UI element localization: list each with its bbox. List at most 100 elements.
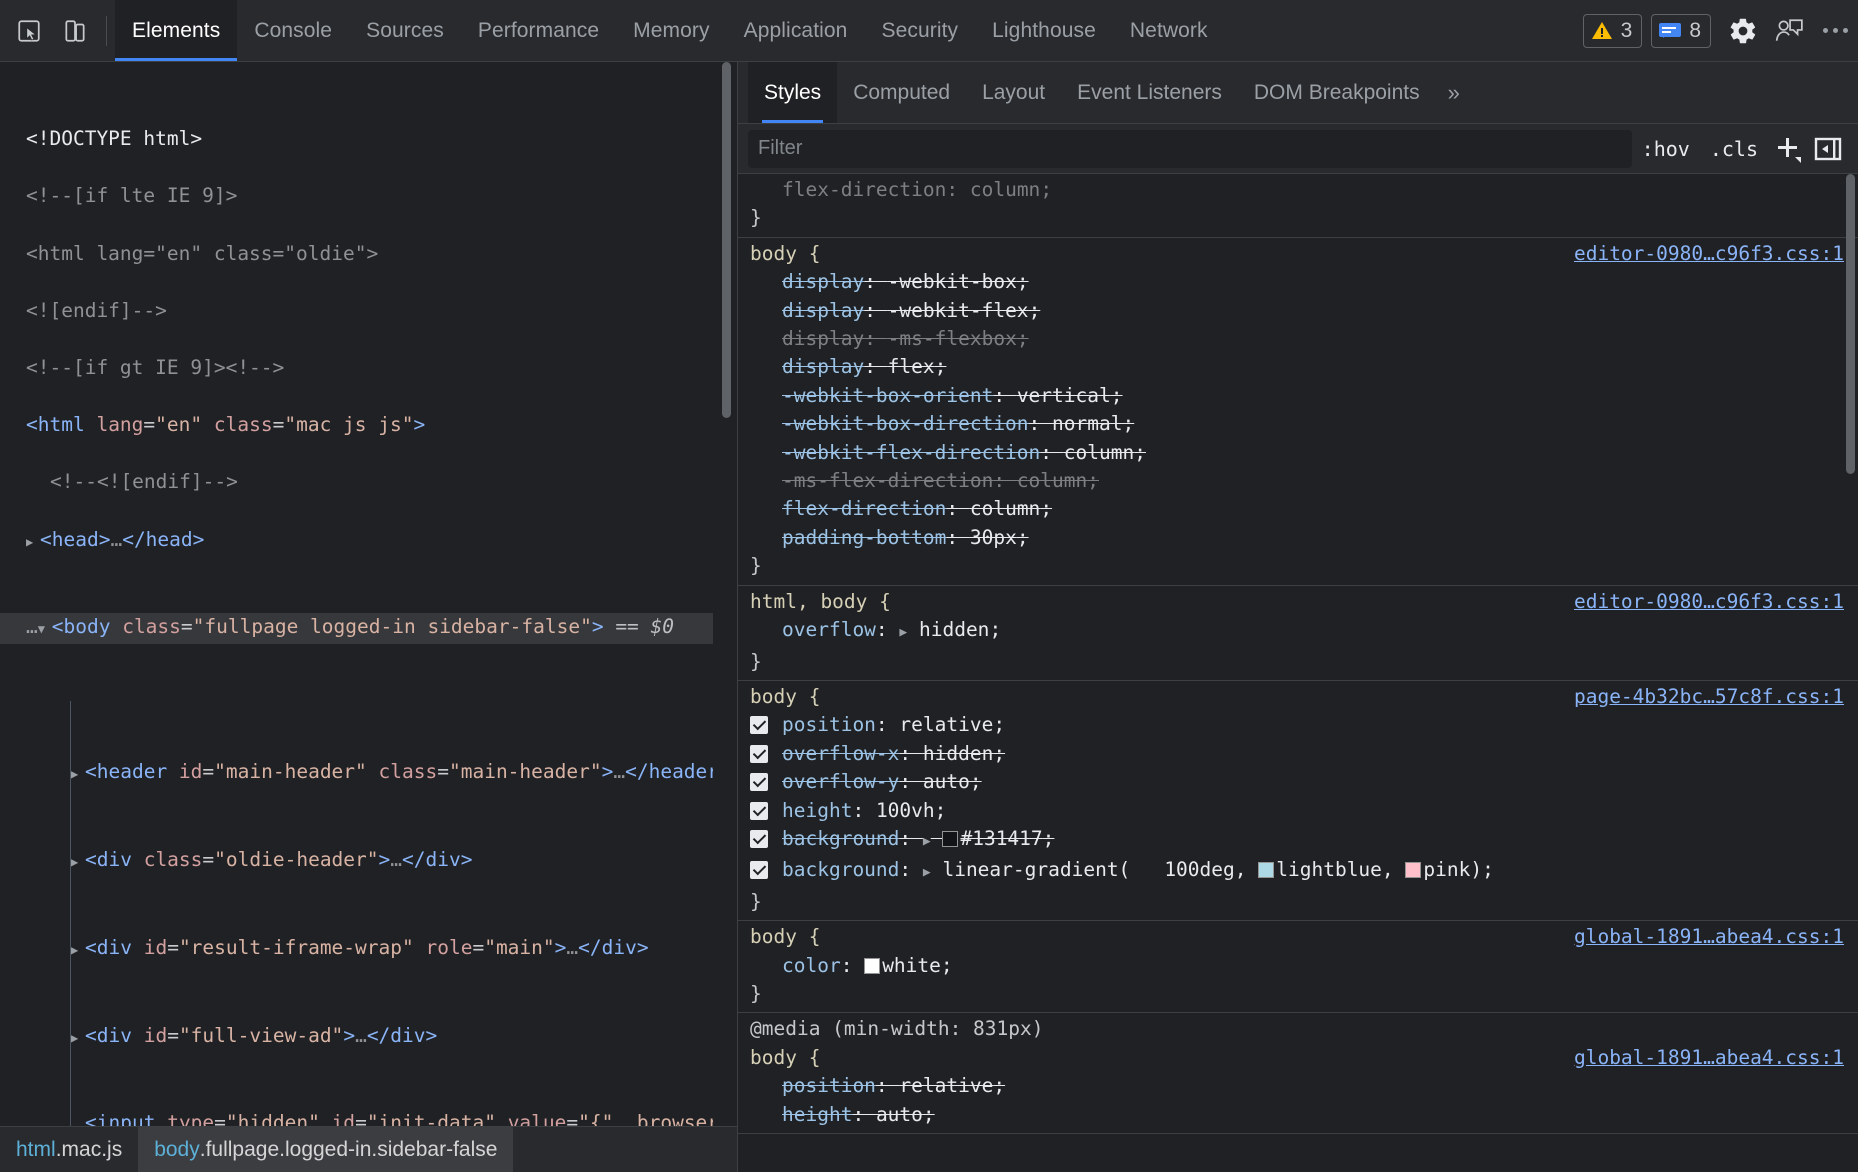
css-declaration[interactable]: overflow-x: hidden; bbox=[738, 740, 1858, 768]
device-toolbar-icon[interactable] bbox=[52, 8, 98, 54]
more-options-icon[interactable] bbox=[1812, 8, 1858, 54]
expand-value-arrow-icon[interactable]: ▶ bbox=[923, 834, 931, 849]
css-declaration[interactable]: -webkit-box-direction: normal; bbox=[738, 410, 1858, 438]
css-declaration[interactable]: position: relative; bbox=[738, 1072, 1858, 1100]
tab-application[interactable]: Application bbox=[727, 0, 865, 61]
declaration-checkbox[interactable] bbox=[750, 802, 768, 820]
stylesheet-origin-link[interactable]: editor-0980…c96f3.css:1 bbox=[1574, 588, 1844, 616]
plus-icon[interactable] bbox=[1768, 131, 1808, 167]
css-rules-list[interactable]: flex-direction: column; } body { editor-… bbox=[738, 174, 1858, 1172]
expand-arrow-icon[interactable] bbox=[71, 1022, 85, 1053]
css-declaration[interactable]: overflow-y: auto; bbox=[738, 768, 1858, 796]
breadcrumb-item-html[interactable]: html.mac.js bbox=[0, 1127, 138, 1172]
tab-network[interactable]: Network bbox=[1113, 0, 1225, 61]
tab-dom-breakpoints[interactable]: DOM Breakpoints bbox=[1238, 62, 1436, 123]
css-rule-partial[interactable]: flex-direction: column; } bbox=[738, 174, 1858, 238]
tab-security[interactable]: Security bbox=[864, 0, 975, 61]
css-declaration[interactable]: display: -ms-flexbox; bbox=[738, 325, 1858, 353]
tab-elements[interactable]: Elements bbox=[115, 0, 237, 61]
css-rule-body-global[interactable]: body { global-1891…abea4.css:1 color: wh… bbox=[738, 921, 1858, 1013]
collapse-arrow-icon[interactable] bbox=[38, 613, 52, 644]
css-declaration[interactable]: height: 100vh; bbox=[738, 797, 1858, 825]
dom-line-header[interactable]: <header id="main-header" class="main-hea… bbox=[71, 758, 713, 789]
css-declaration[interactable]: display: flex; bbox=[738, 353, 1858, 381]
tab-layout[interactable]: Layout bbox=[966, 62, 1061, 123]
color-swatch-white[interactable] bbox=[864, 958, 880, 974]
expand-arrow-icon[interactable] bbox=[71, 934, 85, 965]
tab-memory[interactable]: Memory bbox=[616, 0, 726, 61]
styles-scrollbar[interactable] bbox=[1846, 174, 1855, 474]
search-input[interactable] bbox=[748, 130, 1632, 168]
css-declaration[interactable]: flex-direction: column; bbox=[738, 176, 1858, 204]
css-declaration[interactable]: display: -webkit-flex; bbox=[738, 297, 1858, 325]
dom-line-doctype[interactable]: <!DOCTYPE html> bbox=[26, 125, 713, 154]
dom-tree-scroll-area[interactable]: <!DOCTYPE html> <!--[if lte IE 9]> <html… bbox=[0, 62, 713, 1126]
color-swatch-lightblue[interactable] bbox=[1258, 862, 1274, 878]
css-rule-html-body[interactable]: html, body { editor-0980…c96f3.css:1 ove… bbox=[738, 586, 1858, 681]
warning-counter[interactable]: 3 bbox=[1583, 14, 1643, 48]
css-selector[interactable]: body { bbox=[750, 923, 820, 951]
dom-line-body-selected[interactable]: …<body class="fullpage logged-in sidebar… bbox=[0, 613, 713, 644]
tab-sources[interactable]: Sources bbox=[349, 0, 461, 61]
tab-styles[interactable]: Styles bbox=[748, 62, 837, 123]
gradient-angle-value[interactable]: 100deg bbox=[1130, 858, 1234, 881]
declaration-checkbox[interactable] bbox=[750, 773, 768, 791]
css-declaration[interactable]: padding-bottom: 30px; bbox=[738, 524, 1858, 552]
stylesheet-origin-link[interactable]: global-1891…abea4.css:1 bbox=[1574, 1044, 1844, 1072]
css-declaration[interactable]: display: -webkit-box; bbox=[738, 268, 1858, 296]
tab-event-listeners[interactable]: Event Listeners bbox=[1061, 62, 1238, 123]
message-counter[interactable]: 8 bbox=[1651, 14, 1711, 48]
tab-computed[interactable]: Computed bbox=[837, 62, 966, 123]
dom-line-comment-ie-gt[interactable]: <!--[if gt IE 9]><!--> bbox=[26, 354, 713, 383]
inspect-cursor-icon[interactable] bbox=[6, 8, 52, 54]
toggle-panel-icon[interactable] bbox=[1808, 131, 1848, 167]
color-swatch[interactable] bbox=[942, 831, 958, 847]
hov-toggle-button[interactable]: :hov bbox=[1632, 132, 1700, 166]
more-tabs-icon[interactable]: » bbox=[1436, 62, 1472, 123]
declaration-checkbox[interactable] bbox=[750, 716, 768, 734]
tab-console[interactable]: Console bbox=[237, 0, 349, 61]
user-feedback-icon[interactable] bbox=[1766, 8, 1812, 54]
css-selector[interactable]: html, body { bbox=[750, 588, 891, 616]
css-selector[interactable]: body { bbox=[750, 240, 820, 268]
css-declaration[interactable]: position: relative; bbox=[738, 711, 1858, 739]
css-declaration[interactable]: -webkit-box-orient: vertical; bbox=[738, 382, 1858, 410]
gear-icon[interactable] bbox=[1720, 8, 1766, 54]
dom-line-html-oldie[interactable]: <html lang="en" class="oldie"> bbox=[26, 240, 713, 269]
dom-tree-scrollbar[interactable] bbox=[722, 62, 731, 418]
css-declaration-background-gradient[interactable]: background: ▶ linear-gradient(100deg, li… bbox=[738, 856, 1858, 887]
color-swatch-pink[interactable] bbox=[1405, 862, 1421, 878]
css-declaration[interactable]: height: auto; bbox=[738, 1101, 1858, 1129]
css-rule-media-query[interactable]: @media (min-width: 831px) body { global-… bbox=[738, 1013, 1858, 1134]
css-declaration[interactable]: -ms-flex-direction: column; bbox=[738, 467, 1858, 495]
cls-toggle-button[interactable]: .cls bbox=[1700, 132, 1768, 166]
breadcrumb-item-body[interactable]: body.fullpage.logged-in.sidebar-false bbox=[138, 1127, 513, 1172]
css-rule-body-editor[interactable]: body { editor-0980…c96f3.css:1 display: … bbox=[738, 238, 1858, 586]
css-declaration[interactable]: overflow: ▶ hidden; bbox=[738, 616, 1858, 647]
declaration-checkbox[interactable] bbox=[750, 830, 768, 848]
css-declaration[interactable]: -webkit-flex-direction: column; bbox=[738, 439, 1858, 467]
tab-performance[interactable]: Performance bbox=[461, 0, 616, 61]
css-rule-body-page[interactable]: body { page-4b32bc…57c8f.css:1 position:… bbox=[738, 681, 1858, 921]
css-declaration-background-hex[interactable]: background: ▶ #131417; bbox=[738, 825, 1858, 856]
css-declaration[interactable]: flex-direction: column; bbox=[738, 495, 1858, 523]
css-selector[interactable]: body { bbox=[750, 683, 820, 711]
dom-line-endif[interactable]: <![endif]--> bbox=[26, 297, 713, 326]
dom-line-oldie-header[interactable]: <div class="oldie-header">…</div> bbox=[71, 846, 713, 877]
expand-arrow-icon[interactable] bbox=[71, 846, 85, 877]
css-declaration[interactable]: color: white; bbox=[738, 952, 1858, 980]
declaration-checkbox[interactable] bbox=[750, 745, 768, 763]
expand-arrow-icon[interactable] bbox=[26, 526, 40, 557]
dom-line-head[interactable]: <head>…</head> bbox=[26, 526, 713, 557]
dom-line-result-iframe-wrap[interactable]: <div id="result-iframe-wrap" role="main"… bbox=[71, 934, 713, 965]
expand-arrow-icon[interactable] bbox=[71, 758, 85, 789]
dom-line-init-data-input[interactable]: <input type="hidden" id="init-data" valu… bbox=[71, 1109, 713, 1126]
stylesheet-origin-link[interactable]: global-1891…abea4.css:1 bbox=[1574, 923, 1844, 951]
declaration-checkbox[interactable] bbox=[750, 861, 768, 879]
tab-lighthouse[interactable]: Lighthouse bbox=[975, 0, 1113, 61]
dom-line-endif-inner[interactable]: <!--<![endif]--> bbox=[26, 468, 713, 497]
stylesheet-origin-link[interactable]: editor-0980…c96f3.css:1 bbox=[1574, 240, 1844, 268]
expand-value-arrow-icon[interactable]: ▶ bbox=[923, 865, 931, 880]
stylesheet-origin-link[interactable]: page-4b32bc…57c8f.css:1 bbox=[1574, 683, 1844, 711]
dom-line-full-view-ad[interactable]: <div id="full-view-ad">…</div> bbox=[71, 1022, 713, 1053]
